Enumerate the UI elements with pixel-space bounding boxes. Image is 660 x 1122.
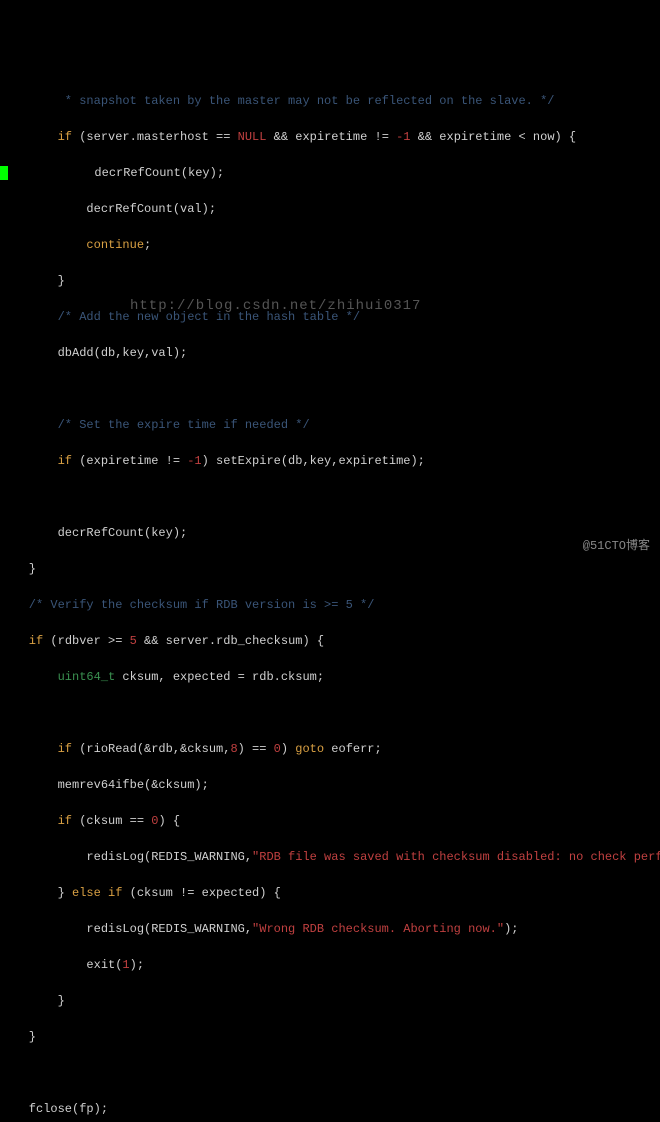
code-line: if (cksum == 0) {: [0, 812, 660, 830]
cursor: [0, 166, 8, 180]
code-line: redisLog(REDIS_WARNING,"RDB file was sav…: [0, 848, 660, 866]
code-line: /* Add the new object in the hash table …: [0, 308, 660, 326]
code-line: decrRefCount(key);: [0, 164, 660, 182]
code-line: /* Verify the checksum if RDB version is…: [0, 596, 660, 614]
code-line: fclose(fp);: [0, 1100, 660, 1118]
code-line: [0, 488, 660, 506]
code-line: * snapshot taken by the master may not b…: [0, 92, 660, 110]
code-line: if (rdbver >= 5 && server.rdb_checksum) …: [0, 632, 660, 650]
code-line: [0, 380, 660, 398]
code-line: continue;: [0, 236, 660, 254]
code-line: /* Set the expire time if needed */: [0, 416, 660, 434]
code-line: [0, 704, 660, 722]
code-line: if (server.masterhost == NULL && expiret…: [0, 128, 660, 146]
code-editor[interactable]: * snapshot taken by the master may not b…: [0, 74, 660, 1122]
code-line: decrRefCount(key);: [0, 524, 660, 542]
code-line: }: [0, 560, 660, 578]
code-line: decrRefCount(val);: [0, 200, 660, 218]
code-line: [0, 1064, 660, 1082]
code-line: redisLog(REDIS_WARNING,"Wrong RDB checks…: [0, 920, 660, 938]
code-line: } else if (cksum != expected) {: [0, 884, 660, 902]
code-line: exit(1);: [0, 956, 660, 974]
code-line: }: [0, 992, 660, 1010]
code-line: }: [0, 272, 660, 290]
code-line: }: [0, 1028, 660, 1046]
code-line: memrev64ifbe(&cksum);: [0, 776, 660, 794]
code-line: dbAdd(db,key,val);: [0, 344, 660, 362]
code-line: if (rioRead(&rdb,&cksum,8) == 0) goto eo…: [0, 740, 660, 758]
code-line: uint64_t cksum, expected = rdb.cksum;: [0, 668, 660, 686]
code-line: if (expiretime != -1) setExpire(db,key,e…: [0, 452, 660, 470]
